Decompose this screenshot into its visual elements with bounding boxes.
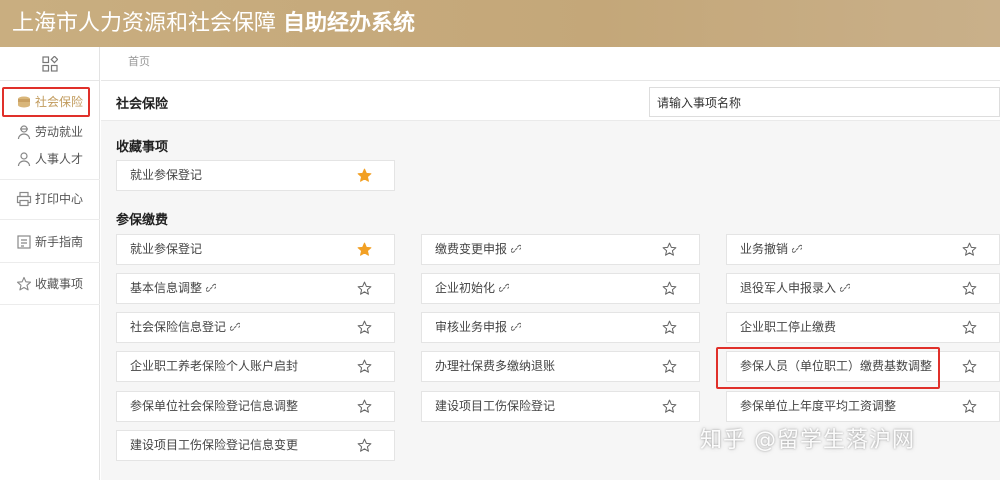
service-card-label: 业务撤销	[740, 242, 789, 256]
service-card[interactable]: 建设项目工伤保险登记	[421, 391, 700, 422]
sidebar: 社会保险 劳动就业 人事人才 打印中心 新手指南 收藏事项	[0, 47, 100, 480]
service-card[interactable]: 建设项目工伤保险登记信息变更	[116, 430, 395, 461]
section-title-favorites: 收藏事项	[116, 140, 169, 155]
service-card[interactable]: 审核业务申报	[421, 312, 700, 343]
star-outline-icon[interactable]	[357, 359, 372, 374]
service-card[interactable]: 业务撤销	[726, 234, 1000, 265]
watermark: 知乎 @留学生落沪网	[700, 428, 915, 453]
service-card-label: 就业参保登记	[130, 242, 203, 256]
link-icon	[792, 244, 803, 253]
link-icon	[230, 322, 241, 331]
service-card-label: 就业参保登记	[130, 168, 203, 182]
star-outline-icon[interactable]	[662, 359, 677, 374]
service-card-label: 建设项目工伤保险登记	[435, 399, 556, 413]
sidebar-divider	[0, 304, 100, 305]
star-outline-icon[interactable]	[357, 438, 372, 453]
star-outline-icon[interactable]	[962, 359, 977, 374]
star-outline-icon[interactable]	[357, 281, 372, 296]
star-outline-icon[interactable]	[662, 281, 677, 296]
star-outline-icon[interactable]	[962, 242, 977, 257]
page-title-bar: 社会保险	[101, 81, 1000, 121]
service-card[interactable]: 参保单位社会保险登记信息调整	[116, 391, 395, 422]
section-title-payment: 参保缴费	[116, 213, 169, 228]
service-card[interactable]: 缴费变更申报	[421, 234, 700, 265]
service-card-label: 办理社保费多缴纳退账	[435, 359, 556, 373]
guide-icon	[17, 235, 31, 249]
service-card[interactable]: 办理社保费多缴纳退账	[421, 351, 700, 382]
star-outline-icon[interactable]	[962, 399, 977, 414]
sidebar-divider	[0, 219, 100, 220]
user-icon	[17, 152, 31, 167]
breadcrumb-home[interactable]: 首页	[128, 55, 150, 68]
star-outline-icon[interactable]	[962, 281, 977, 296]
header-subtitle: 自助经办系统	[283, 11, 416, 36]
sidebar-item-label: 劳动就业	[35, 125, 84, 139]
service-card-label: 退役军人申报录入	[740, 281, 837, 295]
star-outline-icon[interactable]	[962, 320, 977, 335]
coins-icon	[18, 96, 30, 108]
service-card-label: 缴费变更申报	[435, 242, 508, 256]
sidebar-item-favorites[interactable]: 收藏事项	[0, 273, 100, 295]
service-card-label: 基本信息调整	[130, 281, 203, 295]
page-title: 社会保险	[116, 97, 169, 112]
star-outline-icon[interactable]	[662, 399, 677, 414]
service-card-label: 企业职工停止缴费	[740, 320, 837, 334]
sidebar-divider	[0, 262, 100, 263]
sidebar-item-label: 收藏事项	[35, 277, 84, 291]
service-card[interactable]: 退役军人申报录入	[726, 273, 1000, 304]
star-outline-icon[interactable]	[357, 320, 372, 335]
service-card-label: 企业职工养老保险个人账户启封	[130, 359, 299, 373]
service-card-label: 社会保险信息登记	[130, 320, 227, 334]
app-header: 上海市人力资源和社会保障 自助经办系统	[0, 0, 1000, 47]
star-outline-icon[interactable]	[357, 399, 372, 414]
service-card-label: 参保单位上年度平均工资调整	[740, 399, 897, 413]
service-card[interactable]: 企业职工停止缴费	[726, 312, 1000, 343]
star-icon	[16, 276, 32, 291]
sidebar-item-personnel[interactable]: 人事人才	[0, 148, 100, 170]
sidebar-divider	[0, 179, 100, 180]
breadcrumb: 首页	[101, 47, 1000, 81]
service-card[interactable]: 企业职工养老保险个人账户启封	[116, 351, 395, 382]
sidebar-item-print-center[interactable]: 打印中心	[0, 188, 100, 210]
sidebar-item-social-insurance[interactable]: 社会保险	[2, 87, 90, 117]
link-icon	[206, 283, 217, 292]
service-card-label: 建设项目工伤保险登记信息变更	[130, 438, 299, 452]
link-icon	[511, 244, 522, 253]
service-card[interactable]: 就业参保登记	[116, 160, 395, 191]
header-title: 上海市人力资源和社会保障	[12, 11, 277, 36]
service-card[interactable]: 企业初始化	[421, 273, 700, 304]
star-filled-icon[interactable]	[357, 242, 372, 257]
star-outline-icon[interactable]	[662, 320, 677, 335]
service-card[interactable]: 就业参保登记	[116, 234, 395, 265]
sidebar-item-label: 打印中心	[35, 192, 84, 206]
service-card-label: 企业初始化	[435, 281, 496, 295]
sidebar-item-guide[interactable]: 新手指南	[0, 231, 100, 253]
main-content: 社会保险 收藏事项 参保缴费 就业参保登记就业参保登记基本信息调整社会保险信息登…	[101, 81, 1000, 480]
link-icon	[511, 322, 522, 331]
service-card-label: 参保单位社会保险登记信息调整	[130, 399, 299, 413]
link-icon	[499, 283, 510, 292]
service-card[interactable]: 社会保险信息登记	[116, 312, 395, 343]
worker-icon	[17, 125, 31, 140]
highlight-box	[716, 347, 940, 389]
sidebar-item-label: 新手指南	[35, 235, 84, 249]
sidebar-item-label: 人事人才	[35, 152, 84, 166]
app-grid-icon[interactable]	[42, 56, 58, 72]
star-filled-icon[interactable]	[357, 168, 372, 183]
printer-icon	[16, 191, 32, 207]
service-card-label: 审核业务申报	[435, 320, 508, 334]
sidebar-item-label: 社会保险	[35, 95, 84, 109]
star-outline-icon[interactable]	[662, 242, 677, 257]
service-card[interactable]: 参保单位上年度平均工资调整	[726, 391, 1000, 422]
sidebar-item-employment[interactable]: 劳动就业	[0, 121, 100, 143]
link-icon	[840, 283, 851, 292]
service-card[interactable]: 基本信息调整	[116, 273, 395, 304]
search-input[interactable]	[649, 87, 1000, 117]
sidebar-top	[0, 47, 99, 81]
